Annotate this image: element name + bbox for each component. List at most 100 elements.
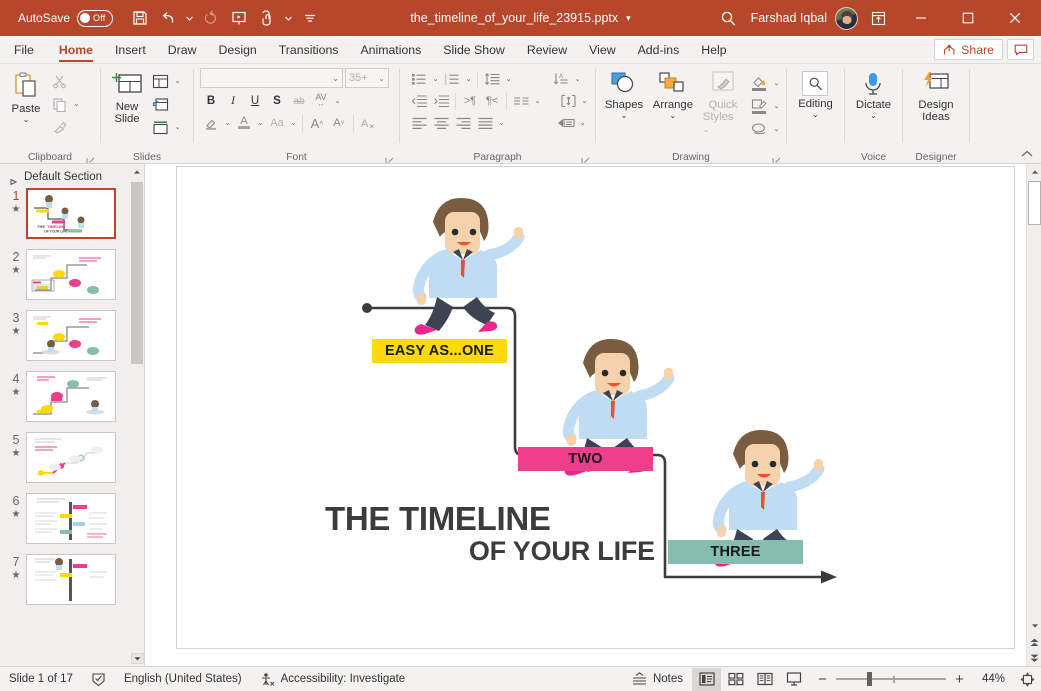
align-left-icon[interactable] bbox=[408, 112, 430, 134]
autosave-toggle[interactable]: AutoSave Off bbox=[18, 9, 114, 27]
increase-font-size-button[interactable]: A ˄ bbox=[306, 112, 328, 134]
section-dropdown-icon[interactable]: ⌄ bbox=[172, 116, 183, 138]
avatar[interactable] bbox=[835, 6, 858, 30]
thumbnail-scroll-down-icon[interactable] bbox=[130, 650, 144, 666]
zoom-slider[interactable] bbox=[836, 667, 946, 691]
layout-icon[interactable] bbox=[149, 70, 171, 92]
share-button[interactable]: Share bbox=[934, 39, 1003, 60]
view-normal-button[interactable] bbox=[692, 667, 721, 691]
numbering-dropdown-icon[interactable]: ⌄ bbox=[463, 68, 474, 90]
thumbnail-slide-3[interactable]: 3 ★ bbox=[6, 310, 144, 361]
text-direction-icon[interactable]: A bbox=[550, 68, 572, 90]
layout-dropdown-icon[interactable]: ⌄ bbox=[172, 70, 183, 92]
text-highlight-dropdown-icon[interactable]: ⌄ bbox=[222, 112, 233, 134]
font-size-dropdown-icon[interactable]: ⌄ bbox=[378, 74, 385, 83]
comments-button[interactable] bbox=[1007, 39, 1034, 60]
customize-qat-icon[interactable] bbox=[297, 5, 323, 31]
title-dropdown-icon[interactable]: ▾ bbox=[626, 13, 631, 24]
font-color-icon[interactable]: A bbox=[233, 112, 255, 134]
italic-button[interactable]: I bbox=[222, 90, 244, 112]
zoom-out-button[interactable]: − bbox=[816, 671, 829, 688]
dictate-button[interactable]: Dictate ⌄ bbox=[851, 68, 896, 120]
convert-to-smartart-icon[interactable] bbox=[555, 112, 577, 134]
arrange-button[interactable]: Arrange ⌄ bbox=[648, 68, 698, 120]
accessibility-button[interactable]: Accessibility: Investigate bbox=[251, 667, 415, 691]
underline-button[interactable]: U bbox=[244, 90, 266, 112]
decrease-font-size-button[interactable]: A ˅ bbox=[328, 112, 350, 134]
font-dialog-launcher[interactable] bbox=[385, 153, 395, 163]
design-ideas-button[interactable]: Design Ideas bbox=[913, 68, 958, 123]
clear-formatting-icon[interactable]: A bbox=[357, 112, 379, 134]
thumbnail-slide-6[interactable]: 6 ★ bbox=[6, 493, 144, 544]
maximize-button[interactable] bbox=[945, 0, 990, 36]
zoom-slider-handle[interactable] bbox=[866, 672, 873, 686]
section-collapse-icon[interactable] bbox=[10, 173, 18, 186]
clipboard-dialog-launcher[interactable] bbox=[86, 153, 96, 163]
spell-check-button[interactable] bbox=[82, 667, 115, 691]
scroll-thumb[interactable] bbox=[1028, 181, 1041, 225]
undo-dropdown-icon[interactable] bbox=[183, 5, 196, 31]
shape-effects-dropdown-icon[interactable]: ⌄ bbox=[771, 118, 782, 140]
align-center-icon[interactable] bbox=[430, 112, 452, 134]
section-icon[interactable] bbox=[149, 116, 171, 138]
bullets-icon[interactable] bbox=[408, 68, 430, 90]
font-name-dropdown-icon[interactable]: ⌄ bbox=[332, 74, 339, 83]
tab-draw[interactable]: Draw bbox=[157, 36, 208, 63]
autosave-switch[interactable]: Off bbox=[77, 9, 114, 27]
touch-mode-dropdown-icon[interactable] bbox=[282, 5, 295, 31]
arrange-dropdown-icon[interactable]: ⌄ bbox=[670, 111, 677, 120]
ribbon-display-options-icon[interactable] bbox=[860, 3, 896, 33]
tab-animations[interactable]: Animations bbox=[349, 36, 432, 63]
step-label-one[interactable]: EASY AS...ONE bbox=[372, 339, 507, 363]
bold-button[interactable]: B bbox=[200, 90, 222, 112]
thumbnail-slide-7[interactable]: 7 ★ bbox=[6, 554, 144, 605]
tab-view[interactable]: View bbox=[578, 36, 626, 63]
zoom-in-button[interactable]: + bbox=[953, 671, 966, 688]
dictate-dropdown-icon[interactable]: ⌄ bbox=[870, 111, 877, 120]
shapes-button[interactable]: Shapes ⌄ bbox=[600, 68, 648, 120]
start-presentation-icon[interactable] bbox=[226, 5, 252, 31]
thumbnail-pane-scrollbar[interactable] bbox=[130, 164, 144, 666]
thumbnail-scroll-thumb[interactable] bbox=[131, 182, 143, 364]
zoom-control[interactable]: − + 44% bbox=[808, 667, 1013, 691]
decrease-indent-icon[interactable] bbox=[408, 90, 430, 112]
tab-design[interactable]: Design bbox=[207, 36, 267, 63]
tab-transitions[interactable]: Transitions bbox=[268, 36, 350, 63]
zoom-percentage[interactable]: 44% bbox=[973, 673, 1005, 685]
slide-title-block[interactable]: THE TIMELINE OF YOUR LIFE bbox=[325, 502, 655, 565]
shapes-dropdown-icon[interactable]: ⌄ bbox=[621, 111, 628, 120]
slide-counter[interactable]: Slide 1 of 17 bbox=[0, 667, 82, 691]
line-spacing-icon[interactable] bbox=[481, 68, 503, 90]
shape-outline-dropdown-icon[interactable]: ⌄ bbox=[771, 95, 782, 117]
thumbnail-slide-2[interactable]: 2 ★ bbox=[6, 249, 144, 300]
scroll-down-icon[interactable] bbox=[1027, 618, 1041, 634]
editing-button[interactable]: Editing ⌄ bbox=[793, 68, 838, 119]
language-button[interactable]: English (United States) bbox=[115, 667, 251, 691]
cut-icon[interactable] bbox=[48, 70, 70, 92]
save-icon[interactable] bbox=[127, 5, 153, 31]
font-color-dropdown-icon[interactable]: ⌄ bbox=[255, 112, 266, 134]
strikethrough-button[interactable]: ab bbox=[288, 90, 310, 112]
change-case-button[interactable]: Aa bbox=[266, 112, 288, 134]
user-name[interactable]: Farshad Iqbal bbox=[751, 11, 827, 25]
search-icon[interactable] bbox=[709, 3, 749, 33]
slide-canvas[interactable]: EASY AS...ONE TWO THREE THE TIMELINE OF … bbox=[176, 166, 1015, 649]
align-right-icon[interactable] bbox=[452, 112, 474, 134]
thumbnail-slide-4[interactable]: 4 ★ bbox=[6, 371, 144, 422]
text-shadow-button[interactable]: S bbox=[266, 90, 288, 112]
next-slide-icon[interactable] bbox=[1027, 650, 1041, 666]
justify-dropdown-icon[interactable]: ⌄ bbox=[496, 112, 507, 134]
thumbnail-slide-1[interactable]: 1 ★ THE TIMELINE OF YOUR LIFE bbox=[6, 188, 144, 239]
increase-indent-icon[interactable] bbox=[430, 90, 452, 112]
shape-effects-icon[interactable] bbox=[748, 118, 770, 140]
drawing-dialog-launcher[interactable] bbox=[772, 153, 782, 163]
font-name-input[interactable]: ⌄ bbox=[200, 68, 343, 88]
justify-icon[interactable] bbox=[474, 112, 496, 134]
columns-dropdown-icon[interactable]: ⌄ bbox=[532, 90, 543, 112]
new-slide-button[interactable]: New Slide bbox=[105, 68, 149, 125]
character-spacing-button[interactable]: AV ↔ bbox=[310, 90, 332, 112]
text-direction-dropdown-icon[interactable]: ⌄ bbox=[572, 68, 583, 90]
bullets-dropdown-icon[interactable]: ⌄ bbox=[430, 68, 441, 90]
align-text-icon[interactable] bbox=[557, 90, 579, 112]
character-spacing-dropdown-icon[interactable]: ⌄ bbox=[332, 90, 343, 112]
